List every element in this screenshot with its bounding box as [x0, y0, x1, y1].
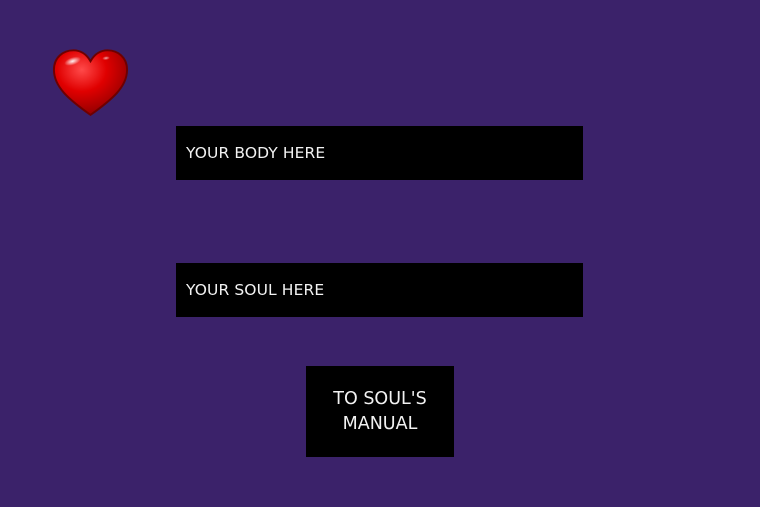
body-input[interactable] [176, 126, 583, 180]
souls-manual-button[interactable]: TO SOUL'S MANUAL [306, 366, 454, 457]
soul-input[interactable] [176, 263, 583, 317]
heart-icon [50, 48, 131, 118]
souls-manual-button-label: TO SOUL'S MANUAL [333, 388, 427, 434]
